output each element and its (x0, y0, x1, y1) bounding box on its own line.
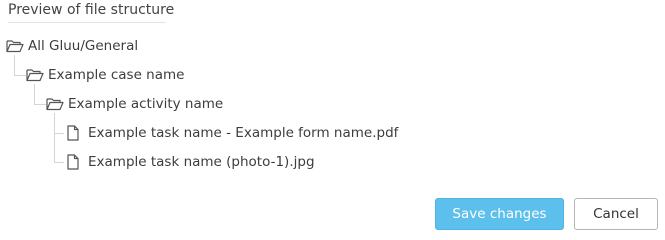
tree-connector (34, 104, 46, 105)
tree-connector (54, 162, 64, 163)
save-changes-button[interactable]: Save changes (435, 198, 564, 230)
tree-item-root-folder[interactable]: All Gluu/General (6, 36, 138, 56)
tree-connector (54, 133, 64, 134)
file-icon (66, 124, 88, 142)
folder-open-icon (26, 66, 48, 84)
tree-item-label: Example activity name (68, 96, 224, 112)
folder-open-icon (6, 37, 28, 55)
tree-connector (54, 113, 55, 163)
title-divider (8, 22, 166, 23)
cancel-button[interactable]: Cancel (574, 198, 658, 230)
tree-item-label: Example case name (48, 67, 185, 83)
tree-item-label: All Gluu/General (28, 38, 139, 54)
tree-connector (34, 84, 35, 104)
section-title: Preview of file structure (8, 2, 175, 18)
tree-item-file-jpg[interactable]: Example task name (photo-1).jpg (66, 152, 315, 172)
tree-item-label: Example task name (photo-1).jpg (88, 154, 315, 170)
file-icon (66, 153, 88, 171)
folder-open-icon (46, 95, 68, 113)
tree-connector (14, 55, 15, 75)
tree-connector (14, 75, 26, 76)
tree-item-file-pdf[interactable]: Example task name - Example form name.pd… (66, 123, 398, 143)
tree-item-activity-folder[interactable]: Example activity name (46, 94, 223, 114)
tree-item-case-folder[interactable]: Example case name (26, 65, 184, 85)
tree-item-label: Example task name - Example form name.pd… (88, 125, 399, 141)
